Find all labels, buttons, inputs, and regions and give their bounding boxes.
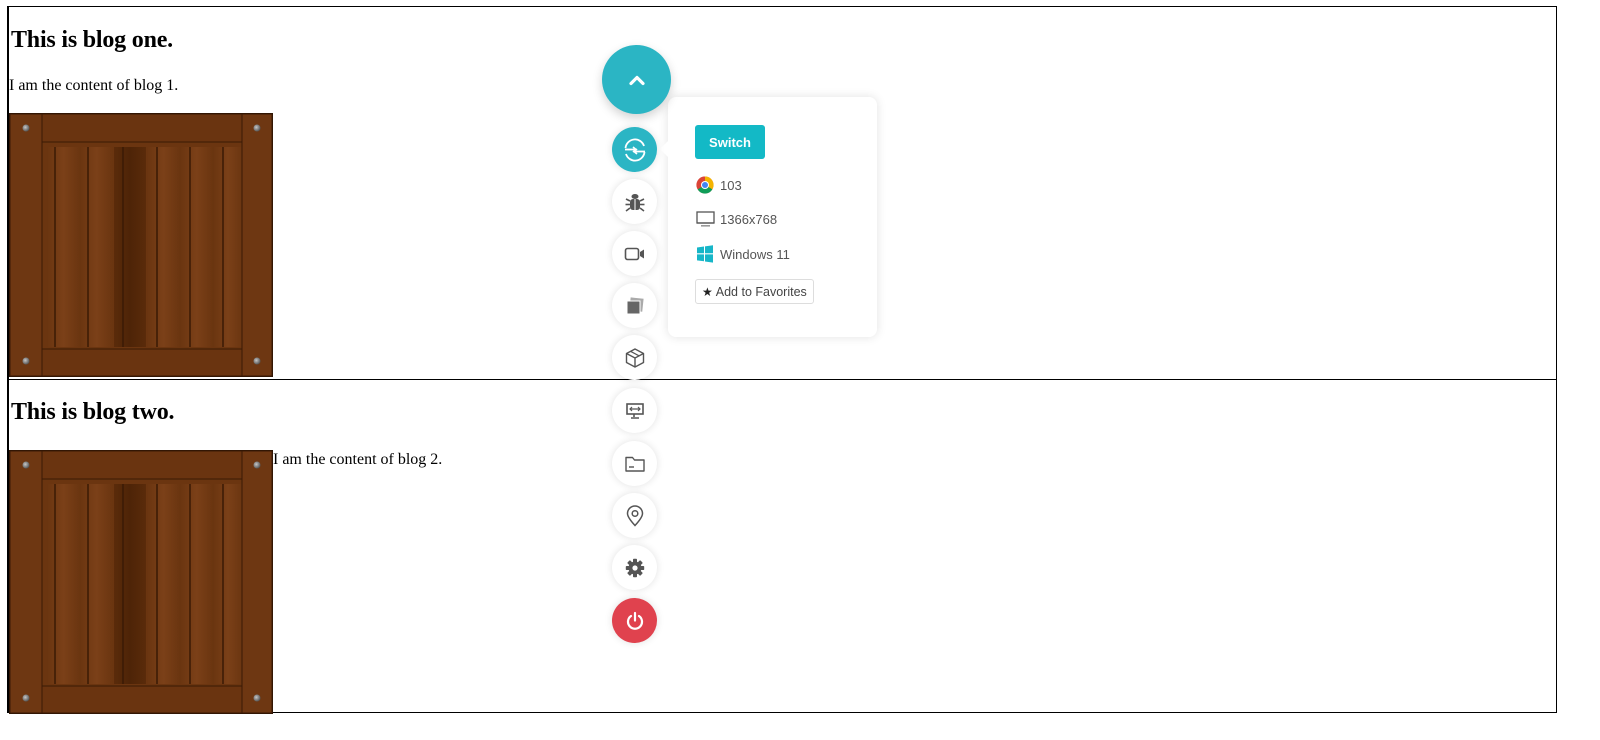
star-icon: ★	[702, 284, 713, 299]
monitor-icon	[695, 209, 715, 229]
wooden-crate-image	[9, 450, 273, 714]
os-row: Windows 11	[695, 244, 790, 264]
browser-version-row: 103	[695, 175, 742, 195]
geolocation-button[interactable]	[612, 493, 657, 538]
monitor-resize-icon	[625, 402, 644, 419]
blog-title: This is blog one.	[11, 27, 173, 53]
chrome-icon	[695, 175, 715, 195]
end-session-button[interactable]	[612, 598, 657, 643]
3d-cube-button[interactable]	[612, 335, 657, 380]
switch-icon	[624, 138, 645, 161]
switch-browser-button[interactable]	[612, 127, 657, 172]
settings-button[interactable]	[612, 545, 657, 590]
resolution-value: 1366x768	[720, 211, 778, 227]
files-button[interactable]	[612, 441, 657, 486]
add-to-favorites-label: Add to Favorites	[715, 284, 807, 299]
folder-icon	[624, 456, 645, 472]
blog-title: This is blog two.	[11, 399, 175, 425]
os-value: Windows 11	[720, 246, 790, 262]
collapse-toolbar-button[interactable]	[602, 45, 671, 114]
screenshot-gallery-button[interactable]	[612, 283, 657, 328]
windows-icon	[695, 244, 715, 264]
cube-icon	[625, 347, 644, 368]
resolution-row: 1366x768	[695, 209, 777, 229]
blog-post-two: This is blog two. I am the content of bl…	[9, 380, 1556, 714]
add-to-favorites-button[interactable]: ★ Add to Favorites	[695, 279, 814, 304]
bug-icon	[625, 193, 644, 212]
browser-info-popup: Switch 103 1366x768 Windows 11 ★ Add to …	[660, 97, 877, 337]
record-video-button[interactable]	[612, 231, 657, 276]
switch-button[interactable]: Switch	[695, 125, 765, 159]
gear-icon	[625, 558, 644, 577]
bug-report-button[interactable]	[612, 179, 657, 224]
location-pin-icon	[626, 504, 643, 527]
chevron-up-icon	[628, 75, 645, 85]
power-icon	[626, 611, 643, 630]
popup-arrow	[660, 141, 668, 157]
blog-content: I am the content of blog 2.	[273, 451, 443, 468]
blog-content: I am the content of blog 1.	[9, 77, 179, 94]
gallery-icon	[626, 296, 644, 314]
wooden-crate-image	[9, 113, 273, 377]
resolution-button[interactable]	[612, 388, 657, 433]
browser-version: 103	[720, 177, 742, 193]
video-camera-icon	[624, 247, 644, 260]
